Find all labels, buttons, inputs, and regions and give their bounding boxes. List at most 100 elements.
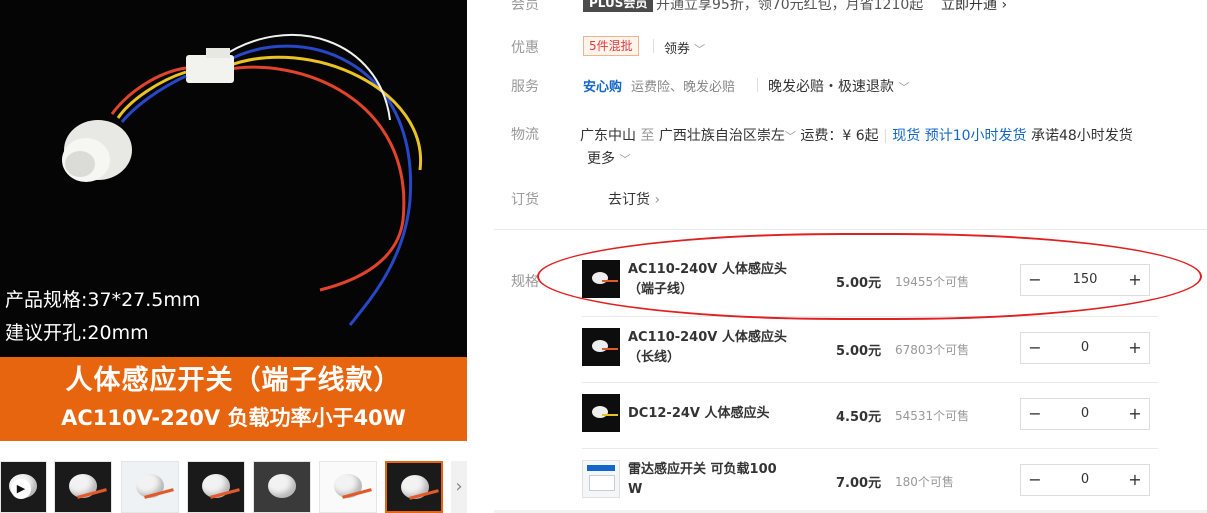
quantity-input[interactable]: 0 <box>1051 399 1119 429</box>
variant-stock: 54531个可售 <box>895 409 970 423</box>
increase-button[interactable]: + <box>1121 265 1149 295</box>
variant-row: 雷达感应开关 可负载100 W 7.00元 180个可售 − 0 + <box>582 451 1162 509</box>
quantity-stepper: − 150 + <box>1020 264 1150 296</box>
decrease-button[interactable]: − <box>1021 333 1049 363</box>
product-banner: 人体感应开关（端子线款） AC110V-220V 负载功率小于40W <box>0 357 467 441</box>
variant-name-line1: AC110-240V 人体感应头 <box>628 330 787 345</box>
variant-thumbnail <box>582 394 620 432</box>
service-guarantee-dropdown[interactable]: 晚发必赔・极速退款 ﹀ <box>768 76 909 96</box>
variant-thumbnail <box>582 260 620 298</box>
quantity-stepper: − 0 + <box>1020 398 1150 430</box>
row-divider <box>582 316 1158 317</box>
variant-price: 7.00元 <box>836 476 882 491</box>
variant-name-line2: W <box>628 482 643 497</box>
service-detail-text: 运费险、晚发必赔 <box>631 80 736 95</box>
variant-row: AC110-240V 人体感应头 （端子线） 5.00元 19455个可售 − … <box>582 251 1162 309</box>
row-divider <box>582 382 1158 383</box>
shipping-fee: 运费：¥ 6起 <box>800 128 879 144</box>
eta-text: 预计10小时发货 <box>924 128 1027 144</box>
variant-name-line2: （端子线） <box>628 282 694 297</box>
thumbnail-image[interactable] <box>253 461 311 513</box>
spec-label: 规格 <box>511 274 539 290</box>
variant-name: DC12-24V 人体感应头 <box>628 404 808 424</box>
thumbnail-video[interactable]: ▶ <box>0 461 47 513</box>
safe-buy-label: 安心购 <box>583 80 623 95</box>
quantity-stepper: − 0 + <box>1020 464 1150 496</box>
thumbnail-image[interactable] <box>121 461 179 513</box>
variant-price: 5.00元 <box>836 276 882 291</box>
promise-text: 承诺48小时发货 <box>1030 128 1133 144</box>
thumbnail-image-active[interactable] <box>385 461 443 513</box>
chevron-down-icon: ﹀ <box>694 43 706 56</box>
variant-name-line1: 雷达感应开关 可负载100 <box>628 462 777 477</box>
variant-price: 5.00元 <box>836 344 882 359</box>
decrease-button[interactable]: − <box>1021 399 1049 429</box>
go-order-link[interactable]: 去订货 › <box>608 189 660 209</box>
service-guarantee-label: 晚发必赔・极速退款 <box>768 79 894 95</box>
variant-name: AC110-240V 人体感应头 （端子线） <box>628 260 808 300</box>
ship-from: 广东中山 <box>580 128 636 144</box>
shipping-more-label: 更多 <box>587 151 615 167</box>
row-divider <box>582 448 1158 449</box>
chevron-right-icon: › <box>654 192 661 208</box>
thumbnail-strip: ▶ › <box>0 461 467 513</box>
banner-title: 人体感应开关（端子线款） <box>65 365 402 396</box>
decrease-button[interactable]: − <box>1021 465 1049 495</box>
variant-row: AC110-240V 人体感应头 （长线） 5.00元 67803个可售 − 0… <box>582 319 1162 377</box>
open-plus-link[interactable]: 立即开通 › <box>941 0 1007 14</box>
section-divider <box>494 229 1207 230</box>
chevron-down-icon: ﹀ <box>619 153 631 166</box>
plus-member-badge: PLUS会员 <box>583 0 654 12</box>
order-label: 订货 <box>511 192 539 208</box>
variant-thumbnail <box>582 328 620 366</box>
variant-name: AC110-240V 人体感应头 （长线） <box>628 328 808 368</box>
divider <box>757 78 758 92</box>
go-order-label: 去订货 <box>608 192 650 208</box>
spec-text-block: 产品规格:37*27.5mm 建议开孔:20mm <box>5 284 200 350</box>
divider <box>653 39 654 53</box>
variant-name-line2: （长线） <box>628 350 681 365</box>
mixed-batch-tag: 5件混批 <box>583 36 639 56</box>
decrease-button[interactable]: − <box>1021 265 1049 295</box>
play-icon: ▶ <box>11 479 31 499</box>
thumbnail-image[interactable] <box>319 461 377 513</box>
spec-hole-text: 建议开孔:20mm <box>5 322 149 344</box>
product-main-image: 产品规格:37*27.5mm 建议开孔:20mm 人体感应开关（端子线款） AC… <box>0 0 467 441</box>
ship-destination-select[interactable]: 广西壮族自治区崇左﹀ <box>659 128 796 144</box>
chevron-down-icon: ﹀ <box>784 130 796 143</box>
promo-label: 优惠 <box>511 40 539 56</box>
banner-subtitle: AC110V-220V 负载功率小于40W <box>61 406 406 430</box>
ship-to-word: 至 <box>640 128 655 144</box>
chevron-right-icon[interactable]: › <box>451 461 467 513</box>
ship-destination: 广西壮族自治区崇左 <box>658 128 785 144</box>
plus-member-text: 开通立享95折，领70元红包，月省1210起 <box>656 0 924 13</box>
variant-stock: 67803个可售 <box>895 343 970 357</box>
quantity-input[interactable]: 0 <box>1051 333 1119 363</box>
thumbnail-image[interactable] <box>187 461 245 513</box>
increase-button[interactable]: + <box>1121 399 1149 429</box>
shipping-info: 广东中山 至 广西壮族自治区崇左﹀ 运费：¥ 6起 | 现货 预计10小时发货 … <box>580 128 1133 144</box>
variant-stock: 180个可售 <box>895 475 954 489</box>
spec-size-text: 产品规格:37*27.5mm <box>5 289 201 311</box>
service-label: 服务 <box>511 79 539 95</box>
quantity-stepper: − 0 + <box>1020 332 1150 364</box>
shipping-label: 物流 <box>511 127 539 143</box>
variant-name-line1: DC12-24V 人体感应头 <box>628 406 770 421</box>
quantity-input[interactable]: 150 <box>1051 265 1119 295</box>
variant-name-line1: AC110-240V 人体感应头 <box>628 262 787 277</box>
quantity-input[interactable]: 0 <box>1051 465 1119 495</box>
variant-stock: 19455个可售 <box>895 275 970 289</box>
get-coupon-dropdown[interactable]: 领券 ﹀ <box>664 38 705 57</box>
increase-button[interactable]: + <box>1121 333 1149 363</box>
shipping-more-dropdown[interactable]: 更多 ﹀ <box>587 148 630 168</box>
increase-button[interactable]: + <box>1121 465 1149 495</box>
chevron-down-icon: ﹀ <box>898 81 910 94</box>
variant-row: DC12-24V 人体感应头 4.50元 54531个可售 − 0 + <box>582 385 1162 443</box>
thumbnail-image[interactable] <box>54 461 112 513</box>
variant-price: 4.50元 <box>836 410 882 425</box>
member-label: 会员 <box>511 0 539 13</box>
get-coupon-label: 领券 <box>664 42 691 57</box>
variant-name: 雷达感应开关 可负载100 W <box>628 460 808 500</box>
variant-thumbnail <box>582 460 620 498</box>
in-stock-status: 现货 <box>892 128 921 144</box>
